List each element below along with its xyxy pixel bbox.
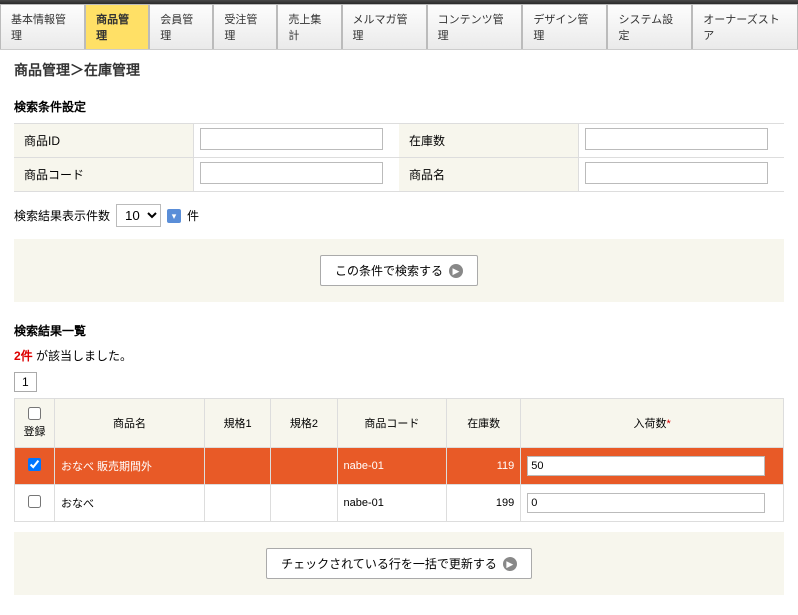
table-row: おなべ nabe-01199 [15,485,784,522]
cell-spec1 [205,448,271,485]
nav-tab-5[interactable]: メルマガ管理 [342,4,427,49]
incoming-input[interactable] [527,456,764,476]
product-id-label: 商品ID [14,124,194,157]
search-form: 商品ID 在庫数 商品コード 商品名 [14,123,784,192]
nav-tab-1[interactable]: 商品管理 [85,4,149,49]
bulk-update-button[interactable]: チェックされている行を一括で更新する ▶ [266,548,532,579]
cell-name: おなべ [55,485,205,522]
product-name-label: 商品名 [399,158,579,191]
row-checkbox[interactable] [28,495,41,508]
nav-tab-6[interactable]: コンテンツ管理 [427,4,523,49]
cell-stock: 119 [447,448,521,485]
cell-code: nabe-01 [337,485,447,522]
display-count-label: 検索結果表示件数 [14,207,110,224]
results-title: 検索結果一覧 [14,322,784,339]
result-count: 2件 が該当しました。 [14,347,784,364]
pager-page-1[interactable]: 1 [14,372,37,392]
col-register: 登録 [15,399,55,448]
row-checkbox[interactable] [28,458,41,471]
nav-tab-4[interactable]: 売上集計 [277,4,341,49]
display-count-unit: 件 [187,207,199,224]
col-stock: 在庫数 [447,399,521,448]
col-spec2: 規格2 [271,399,337,448]
incoming-input[interactable] [527,493,764,513]
cell-spec1 [205,485,271,522]
product-code-label: 商品コード [14,158,194,191]
col-code: 商品コード [337,399,447,448]
cell-spec2 [271,448,337,485]
stock-label: 在庫数 [399,124,579,157]
product-id-input[interactable] [200,128,383,150]
display-count-select[interactable]: 10 [116,204,161,227]
search-button[interactable]: この条件で検索する ▶ [320,255,478,286]
chevron-right-icon: ▶ [503,557,517,571]
cell-spec2 [271,485,337,522]
nav-tab-7[interactable]: デザイン管理 [522,4,607,49]
nav-tab-2[interactable]: 会員管理 [149,4,213,49]
stock-input[interactable] [585,128,768,150]
main-nav: 基本情報管理商品管理会員管理受注管理売上集計メルマガ管理コンテンツ管理デザイン管… [0,4,798,50]
col-name: 商品名 [55,399,205,448]
bulk-update-label: チェックされている行を一括で更新する [281,555,497,572]
product-name-input[interactable] [585,162,768,184]
cell-stock: 199 [447,485,521,522]
spinner-icon[interactable]: ▾ [167,209,181,223]
search-title: 検索条件設定 [14,98,784,115]
check-all[interactable] [28,407,41,420]
table-row: おなべ 販売期間外 nabe-01119 [15,448,784,485]
cell-name: おなべ 販売期間外 [55,448,205,485]
nav-tab-9[interactable]: オーナーズストア [692,4,798,49]
results-table: 登録 商品名 規格1 規格2 商品コード 在庫数 入荷数* おなべ 販売期間外 n… [14,398,784,522]
cell-code: nabe-01 [337,448,447,485]
col-spec1: 規格1 [205,399,271,448]
search-button-label: この条件で検索する [335,262,443,279]
col-incoming: 入荷数* [521,399,784,448]
nav-tab-8[interactable]: システム設定 [607,4,692,49]
product-code-input[interactable] [200,162,383,184]
chevron-right-icon: ▶ [449,264,463,278]
breadcrumb: 商品管理＞在庫管理 [0,50,798,90]
nav-tab-3[interactable]: 受注管理 [213,4,277,49]
nav-tab-0[interactable]: 基本情報管理 [0,4,85,49]
